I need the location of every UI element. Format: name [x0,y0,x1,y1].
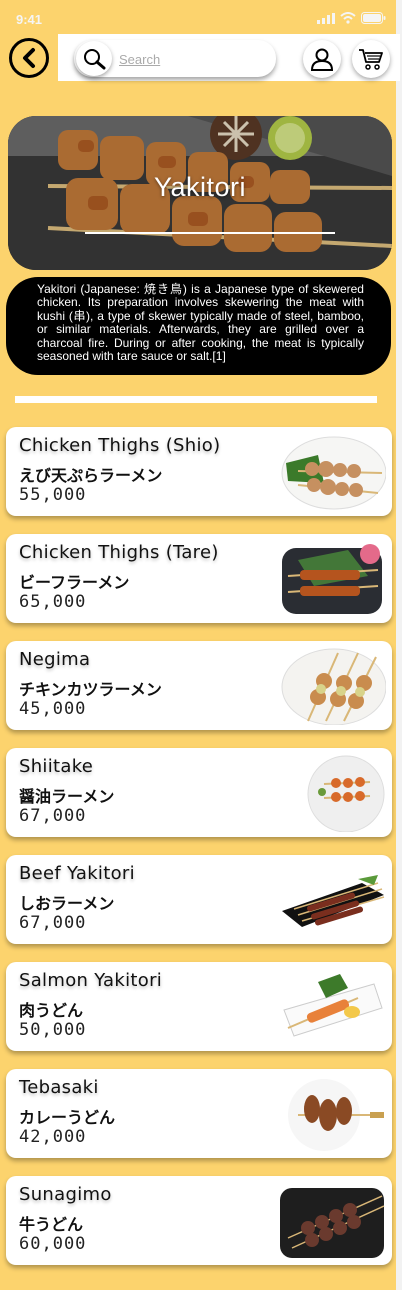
menu-item-card[interactable]: Salmon Yakitori 肉うどん 50,000 [6,962,392,1051]
search-input[interactable]: Search [74,40,276,77]
category-description: Yakitori (Japanese: 焼き鳥) is a Japanese t… [6,277,391,375]
cart-icon [359,49,383,70]
user-icon [310,48,334,71]
item-name: Tebasaki [19,1077,99,1098]
menu-item-card[interactable]: Chicken Thighs (Shio) えび天ぷらラーメン 55,000 [6,427,392,516]
beef-yakitori-image [282,875,385,927]
hero-title-underline [85,232,335,234]
item-name: Sunagimo [19,1184,112,1205]
item-japanese-name: 醤油ラーメン [19,787,115,806]
item-japanese-name: えび天ぷらラーメン [19,466,163,485]
item-name: Shiitake [19,756,94,777]
wifi-icon [340,12,356,24]
item-price: 60,000 [19,1234,87,1254]
item-price: 50,000 [19,1020,87,1040]
item-japanese-name: ビーフラーメン [19,573,130,592]
menu-item-card[interactable]: Shiitake 醤油ラーメン 67,000 [6,748,392,837]
profile-button[interactable] [303,40,341,78]
tebasaki-image [288,1079,384,1151]
chevron-left-icon [23,48,35,68]
back-button[interactable] [9,38,49,78]
item-japanese-name: しおラーメン [19,894,115,913]
battery-icon [361,12,386,24]
item-japanese-name: 肉うどん [19,1001,84,1020]
salmon-yakitori-image [283,974,383,1037]
item-price: 67,000 [19,806,87,826]
item-japanese-name: 牛うどん [19,1215,84,1234]
menu-item-card[interactable]: Sunagimo 牛うどん 60,000 [6,1176,392,1265]
item-name: Chicken Thighs (Tare) [19,542,219,563]
item-price: 55,000 [19,485,87,505]
item-price: 67,000 [19,913,87,933]
menu-item-card[interactable]: Negima チキンカツラーメン 45,000 [6,641,392,730]
hero-banner: Yakitori [8,116,392,270]
item-name: Beef Yakitori [19,863,135,884]
search-icon [84,48,106,69]
chicken-thighs-shio-image [281,436,386,510]
cart-button[interactable] [352,40,390,78]
item-price: 42,000 [19,1127,87,1147]
chicken-thighs-tare-image [282,544,382,614]
item-price: 65,000 [19,592,87,612]
menu-item-card[interactable]: Chicken Thighs (Tare) ビーフラーメン 65,000 [6,534,392,623]
hero-title: Yakitori [153,172,247,202]
menu-item-card[interactable]: Tebasaki カレーうどん 42,000 [6,1069,392,1158]
app-screen: 9:41 Search Yakitori Yakitori (Japanese:… [0,0,400,1290]
item-name: Chicken Thighs (Shio) [19,435,221,456]
status-bar: 9:41 [0,0,396,34]
sunagimo-image [280,1188,385,1258]
search-button[interactable] [76,41,112,76]
status-icons [317,12,386,24]
item-japanese-name: チキンカツラーメン [19,680,162,699]
item-name: Salmon Yakitori [19,970,163,991]
section-divider [15,396,377,403]
shiitake-image [307,755,385,832]
negima-image [281,648,386,725]
status-time: 9:41 [16,12,43,27]
menu-item-card[interactable]: Beef Yakitori しおラーメン 67,000 [6,855,392,944]
signal-icon [317,12,335,24]
item-name: Negima [19,649,91,670]
search-placeholder: Search [119,52,161,67]
item-price: 45,000 [19,699,87,719]
item-japanese-name: カレーうどん [19,1108,116,1127]
